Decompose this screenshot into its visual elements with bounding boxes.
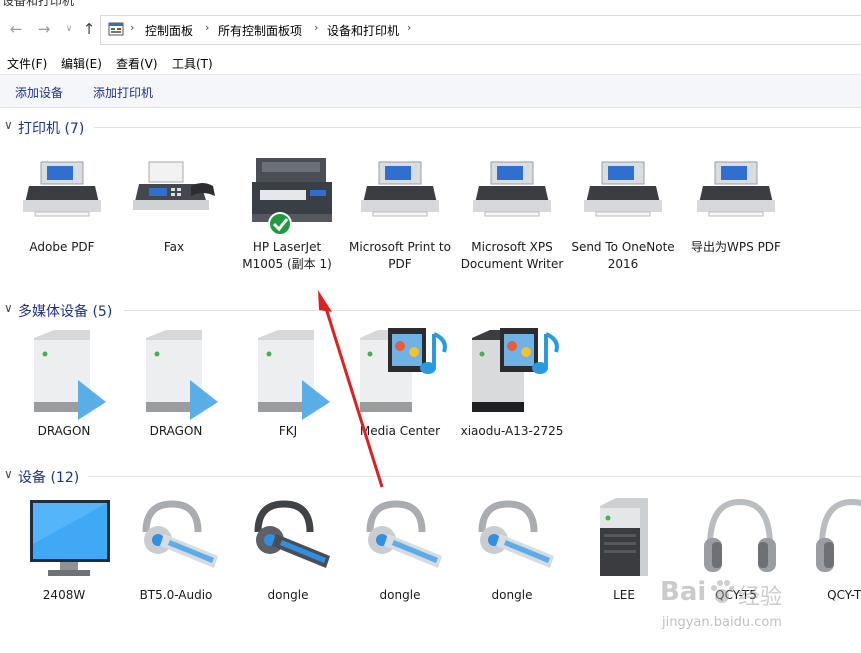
watermark-url: jingyan.baidu.com <box>662 615 782 630</box>
device-item[interactable]: dongle <box>232 494 344 604</box>
device-label: 导出为WPS PDF <box>691 240 781 254</box>
device-item[interactable]: Adobe PDF <box>6 156 118 256</box>
divider <box>94 127 861 128</box>
device-label: BT5.0-Audio <box>139 588 213 602</box>
headset-icon <box>142 500 218 568</box>
title-bar: 设备和打印机 <box>0 0 861 13</box>
window-title: 设备和打印机 <box>2 0 75 8</box>
breadcrumb-separator: › <box>314 21 319 34</box>
device-label: 2408W <box>42 588 86 602</box>
group-title: 多媒体设备 (5) <box>18 304 113 320</box>
group-header-printers[interactable]: ∨ 打印机 (7) <box>0 116 861 138</box>
device-item[interactable]: BT5.0-Audio <box>120 494 232 604</box>
group-header-multimedia[interactable]: ∨ 多媒体设备 (5) <box>0 299 861 321</box>
device-label: xiaodu-A13-2725 <box>460 424 564 438</box>
media-device-dark-icon <box>472 328 559 412</box>
menu-tools[interactable]: 工具(T) <box>172 55 213 72</box>
divider <box>88 476 861 477</box>
printer-icon <box>361 161 439 217</box>
device-item[interactable]: dongle <box>456 494 568 604</box>
device-item[interactable]: Media Center <box>344 326 456 440</box>
monitor-icon <box>30 500 110 576</box>
breadcrumb-separator: › <box>130 21 135 34</box>
device-item[interactable]: DRAGON <box>120 328 232 440</box>
forward-arrow-icon[interactable]: → <box>35 21 53 37</box>
media-server-icon <box>258 330 330 420</box>
default-check-icon <box>268 212 292 236</box>
device-label: Fax <box>163 240 185 254</box>
headset-icon <box>366 500 442 568</box>
device-item[interactable]: DRAGON <box>8 328 120 440</box>
watermark-brand-cn: 经验 <box>738 585 783 610</box>
menu-bar: 文件(F) 编辑(E) 查看(V) 工具(T) <box>0 51 861 73</box>
divider <box>124 310 861 311</box>
group-title: 设备 (12) <box>18 470 80 486</box>
device-label: dongle <box>379 588 421 602</box>
device-label: FKJ <box>278 424 298 438</box>
paw-icon <box>711 580 734 603</box>
group-header-devices[interactable]: ∨ 设备 (12) <box>0 465 861 487</box>
menu-edit[interactable]: 编辑(E) <box>61 55 102 72</box>
menu-view[interactable]: 查看(V) <box>116 55 158 72</box>
device-item[interactable]: xiaodu-A13-2725 <box>456 326 568 440</box>
chevron-down-icon[interactable]: ∨ <box>4 118 13 132</box>
control-panel-icon <box>108 22 124 36</box>
media-server-icon <box>34 330 106 420</box>
device-label: Media Center <box>359 424 441 438</box>
navigation-bar: ← → ∨ ↑ › 控制面板 › 所有控制面板项 › 设备和打印机 › <box>0 13 861 45</box>
printer-icon <box>697 161 775 217</box>
printer-icon <box>584 161 662 217</box>
fax-icon <box>133 161 215 210</box>
tower-computer-icon <box>600 498 648 576</box>
breadcrumb-all-items[interactable]: 所有控制面板项 <box>218 22 302 39</box>
printer-icon <box>23 161 101 217</box>
device-item[interactable]: Microsoft XPS Document Writer <box>456 156 568 273</box>
headset-icon <box>478 500 554 568</box>
watermark-brand: Bai <box>660 577 707 607</box>
media-center-icon <box>360 328 447 412</box>
command-bar: 添加设备 添加打印机 <box>0 74 861 108</box>
device-label: Microsoft XPS Document Writer <box>460 240 564 271</box>
headphones-icon <box>816 498 861 572</box>
device-label: HP LaserJet M1005 (副本 1) <box>242 240 332 271</box>
chevron-down-icon[interactable]: ∨ <box>4 301 13 315</box>
device-item[interactable]: Microsoft Print to PDF <box>344 156 456 273</box>
add-device-button[interactable]: 添加设备 <box>15 84 63 101</box>
group-title: 打印机 (7) <box>18 121 85 137</box>
device-label: Adobe PDF <box>29 240 95 254</box>
breadcrumb-control-panel[interactable]: 控制面板 <box>145 22 193 39</box>
device-item[interactable]: dongle <box>344 494 456 604</box>
laserjet-printer-icon <box>252 158 332 236</box>
watermark: Bai 经验 jingyan.baidu.com <box>640 575 861 653</box>
device-label: Send To OneNote 2016 <box>571 240 675 271</box>
device-item[interactable]: Fax <box>118 156 230 256</box>
breadcrumb-separator: › <box>205 21 210 34</box>
menu-file[interactable]: 文件(F) <box>7 55 47 72</box>
device-label: dongle <box>491 588 533 602</box>
device-label: DRAGON <box>149 424 203 438</box>
device-item-default[interactable]: HP LaserJet M1005 (副本 1) <box>231 154 343 273</box>
back-arrow-icon[interactable]: ← <box>7 21 25 37</box>
chevron-down-icon[interactable]: ∨ <box>4 467 13 481</box>
device-label: Microsoft Print to PDF <box>349 240 451 271</box>
breadcrumb-devices-printers[interactable]: 设备和打印机 <box>327 22 399 39</box>
breadcrumb-separator: › <box>407 21 412 34</box>
printer-icon <box>473 161 551 217</box>
headset-dark-icon <box>254 500 330 568</box>
media-server-icon <box>146 330 218 420</box>
address-bar[interactable]: › 控制面板 › 所有控制面板项 › 设备和打印机 › <box>100 15 861 45</box>
device-item[interactable]: FKJ <box>232 328 344 440</box>
device-item[interactable]: 2408W <box>8 494 120 604</box>
device-item[interactable]: Send To OneNote 2016 <box>567 156 679 273</box>
recent-chevron-icon[interactable]: ∨ <box>60 21 78 37</box>
device-label: dongle <box>267 588 309 602</box>
device-label: DRAGON <box>37 424 91 438</box>
add-printer-button[interactable]: 添加打印机 <box>93 84 153 101</box>
headphones-icon <box>704 498 776 572</box>
device-item[interactable]: 导出为WPS PDF <box>680 156 792 256</box>
up-arrow-icon[interactable]: ↑ <box>80 21 98 37</box>
